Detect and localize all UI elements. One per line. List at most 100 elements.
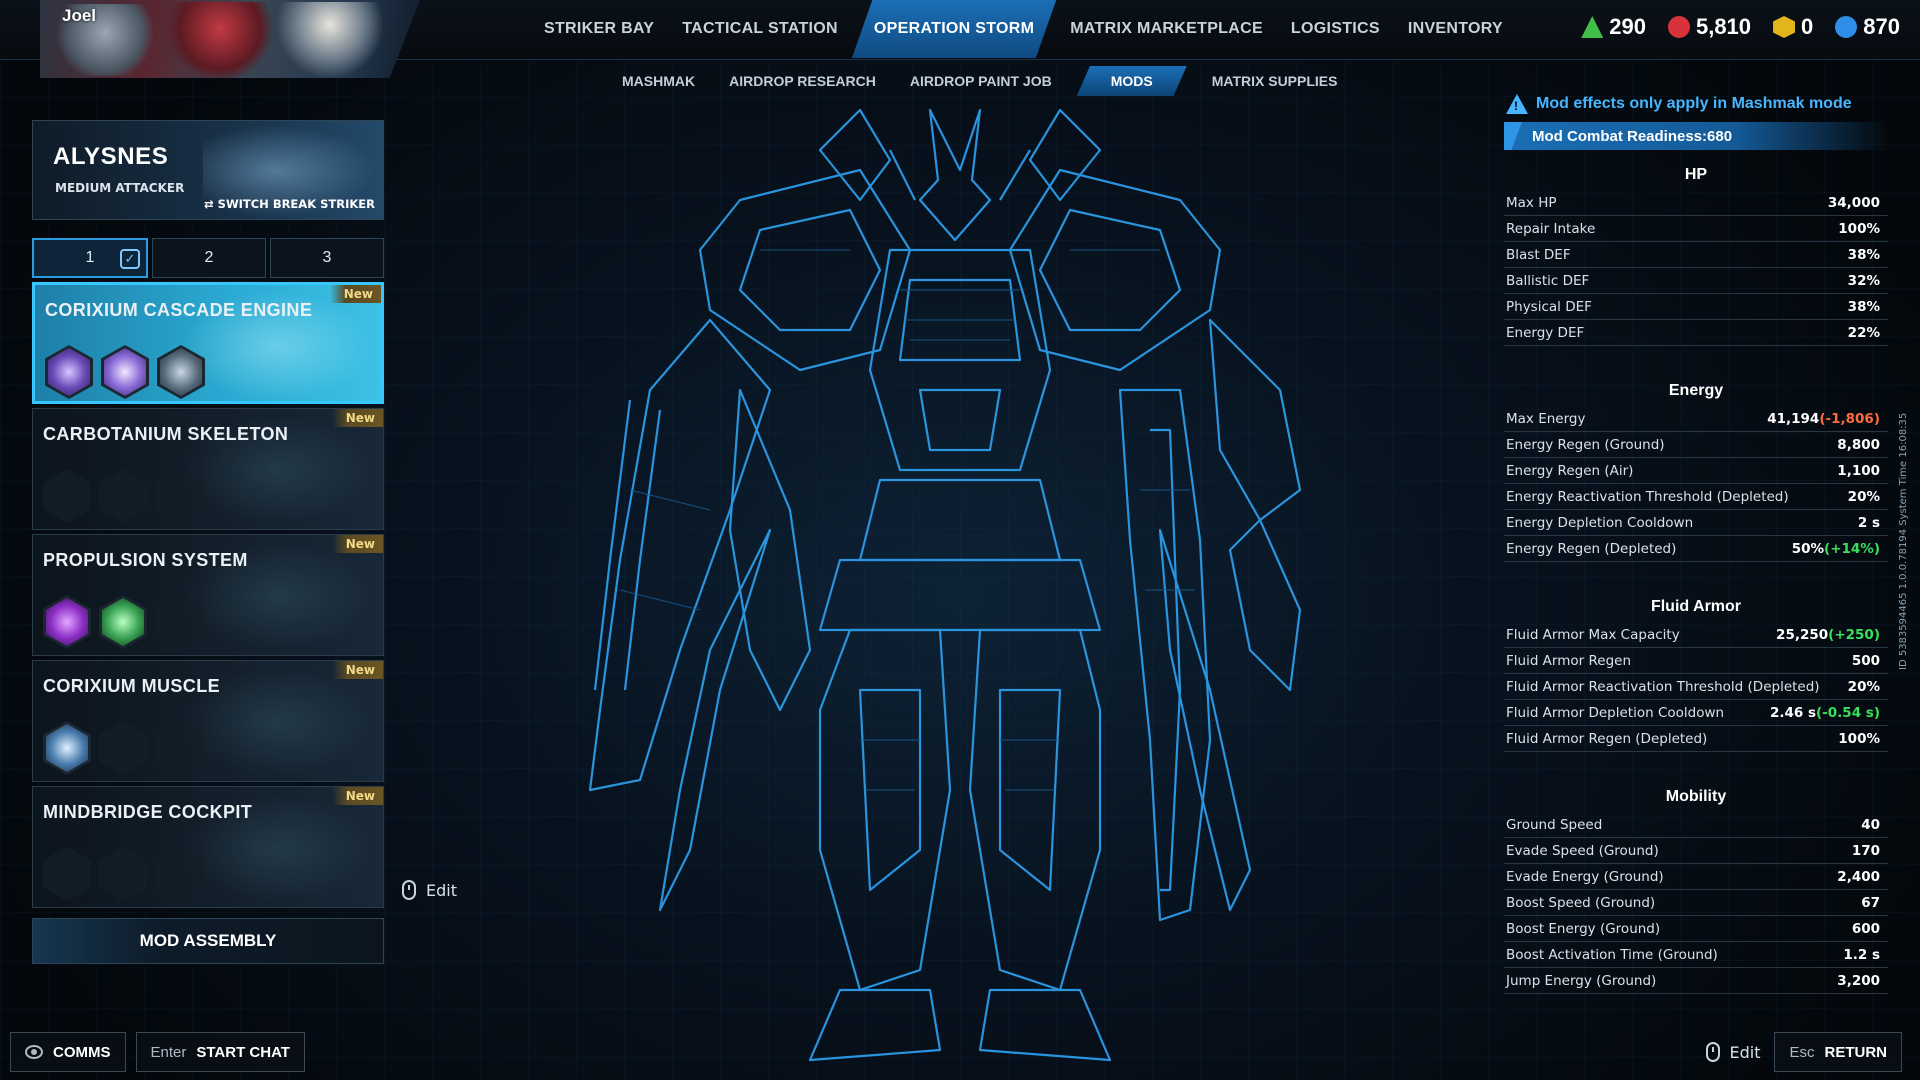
currency-bar: 290 5,810 0 870 [1581,14,1900,40]
mod-slot-title: CORIXIUM CASCADE ENGINE [45,300,312,321]
return-label: RETURN [1825,1044,1888,1061]
stat-row: Repair Intake100% [1504,216,1888,242]
mod-slot-carbotanium-skeleton[interactable]: CARBOTANIUM SKELETON New [32,408,384,530]
stat-row: Boost Speed (Ground)67 [1504,890,1888,916]
mod-assembly-button[interactable]: MOD ASSEMBLY [32,918,384,964]
currency-gold-value: 0 [1801,14,1813,40]
mod-chip-icon[interactable] [43,595,91,649]
stat-row: Fluid Armor Regen500 [1504,648,1888,674]
new-badge: New [330,285,381,303]
gold-currency-icon [1773,16,1795,38]
new-badge: New [332,409,383,427]
stat-label: Energy Regen (Air) [1506,463,1633,479]
currency-green[interactable]: 290 [1581,14,1646,40]
currency-red[interactable]: 5,810 [1668,14,1751,40]
stat-label: Max HP [1506,195,1557,211]
mod-chip-icon[interactable] [45,345,93,399]
currency-green-value: 290 [1609,14,1646,40]
mod-sockets [43,595,203,649]
return-button[interactable]: EscRETURN [1774,1032,1902,1072]
stat-value-number: 20% [1848,489,1880,505]
stat-value: 50%(+14%) [1792,541,1880,557]
stat-label: Boost Energy (Ground) [1506,921,1660,937]
stat-value-number: 38% [1848,299,1880,315]
empty-socket-icon[interactable] [43,469,91,523]
mod-chip-icon[interactable] [99,595,147,649]
stat-label: Boost Activation Time (Ground) [1506,947,1718,963]
stat-value: 170 [1852,843,1880,859]
stat-row: Physical DEF 38% [1504,294,1888,320]
currency-gold[interactable]: 0 [1773,14,1813,40]
stat-value: 2.46 s(-0.54 s) [1770,705,1880,721]
comms-button[interactable]: COMMS [10,1032,126,1072]
stat-value-number: 25,250 [1776,627,1828,643]
empty-socket-icon[interactable] [155,595,203,649]
stat-delta: (-1,806) [1819,411,1880,427]
stat-label: Physical DEF [1506,299,1592,315]
striker-card[interactable]: ALYSNES MEDIUM ATTACKER ⇄SWITCH BREAK ST… [32,120,384,220]
portrait-3 [275,2,385,78]
empty-socket-icon[interactable] [155,469,203,523]
hp-stats: Max HP34,000Repair Intake100%Blast DEF38… [1504,190,1888,346]
empty-socket-icon[interactable] [43,847,91,901]
tab-tactical-station[interactable]: TACTICAL STATION [668,0,852,58]
tab-matrix-marketplace[interactable]: MATRIX MARKETPLACE [1056,0,1277,58]
currency-red-value: 5,810 [1696,14,1751,40]
empty-socket-icon[interactable] [99,721,147,775]
empty-socket-icon[interactable] [155,847,203,901]
stat-value-number: 100% [1838,731,1880,747]
mod-chip-icon[interactable] [101,345,149,399]
mod-slot-title: CORIXIUM MUSCLE [43,676,220,697]
mod-slot-corixium-muscle[interactable]: CORIXIUM MUSCLE New [32,660,384,782]
mod-slot-corixium-cascade-engine[interactable]: CORIXIUM CASCADE ENGINE New [32,282,384,404]
loadout-tab-1[interactable]: 1✓ [32,238,148,278]
blue-currency-icon [1835,16,1857,38]
edit-label: Edit [1730,1043,1761,1062]
stat-row: Fluid Armor Regen (Depleted)100% [1504,726,1888,752]
mod-mode-notice: Mod effects only apply in Mashmak mode [1506,94,1852,114]
mod-chip-icon[interactable] [43,721,91,775]
stat-row: Ground Speed40 [1504,812,1888,838]
green-triangle-currency-icon [1581,16,1603,38]
stat-row: Energy Regen (Ground)8,800 [1504,432,1888,458]
fluid-armor-stats: Fluid Armor Max Capacity25,250(+250)Flui… [1504,622,1888,752]
stat-value: 40 [1861,817,1880,833]
red-currency-icon [1668,16,1690,38]
stat-label: Repair Intake [1506,221,1595,237]
bottom-left-bar: COMMS EnterSTART CHAT [10,1032,305,1072]
stat-row: Max HP34,000 [1504,190,1888,216]
edit-view-button[interactable]: Edit [402,880,457,900]
radio-icon [25,1045,43,1059]
squad-portraits[interactable] [40,0,420,78]
empty-socket-icon[interactable] [155,721,203,775]
tab-striker-bay[interactable]: STRIKER BAY [530,0,668,58]
currency-blue[interactable]: 870 [1835,14,1900,40]
stat-label: Energy Regen (Depleted) [1506,541,1676,557]
stat-value: 32% [1848,273,1880,289]
start-chat-button[interactable]: EnterSTART CHAT [136,1032,305,1072]
stat-value: 1,100 [1837,463,1880,479]
tab-operation-storm[interactable]: OPERATION STORM [852,0,1056,58]
mod-slot-mindbridge-cockpit[interactable]: MINDBRIDGE COCKPIT New [32,786,384,908]
stat-value: 1.2 s [1843,947,1880,963]
stat-label: Evade Energy (Ground) [1506,869,1664,885]
switch-striker-button[interactable]: ⇄SWITCH BREAK STRIKER [204,197,375,211]
tab-logistics[interactable]: LOGISTICS [1277,0,1394,58]
mod-slot-propulsion-system[interactable]: PROPULSION SYSTEM New [32,534,384,656]
stat-value-number: 500 [1852,653,1880,669]
edit-button[interactable]: Edit [1706,1042,1761,1062]
loadout-tab-2[interactable]: 2 [152,238,266,278]
loadout-tab-label: 2 [205,249,214,267]
empty-socket-icon[interactable] [99,469,147,523]
tab-inventory[interactable]: INVENTORY [1394,0,1517,58]
empty-socket-icon[interactable] [99,847,147,901]
mod-chip-icon[interactable] [157,345,205,399]
mod-slot-title: PROPULSION SYSTEM [43,550,248,571]
mouse-icon [1706,1042,1720,1062]
stat-label: Energy Reactivation Threshold (Depleted) [1506,489,1789,505]
mech-wireframe-view[interactable] [560,90,1360,1080]
stat-value: 2,400 [1837,869,1880,885]
stat-value: 20% [1848,489,1880,505]
stat-value: 100% [1838,731,1880,747]
loadout-tab-3[interactable]: 3 [270,238,384,278]
